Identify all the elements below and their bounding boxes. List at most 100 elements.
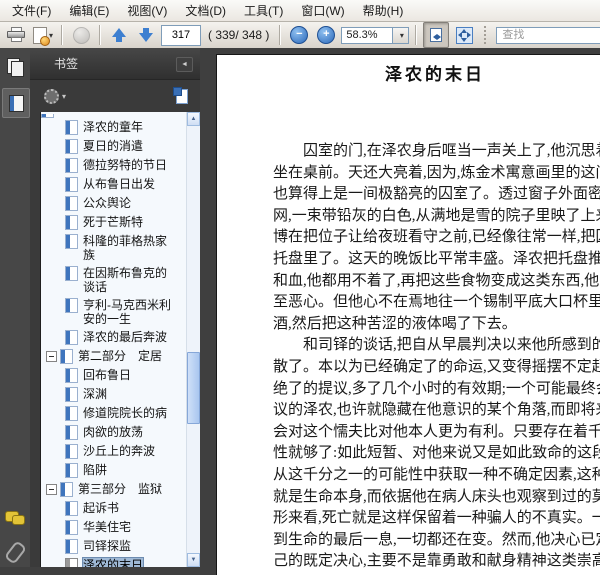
zoom-out-button[interactable]: − — [287, 23, 311, 47]
bookmark-item[interactable]: 亨利-马克西米利安的一生 — [41, 296, 187, 328]
zoom-in-button[interactable]: + — [314, 23, 338, 47]
menu-edit[interactable]: 编辑(E) — [60, 0, 118, 22]
toolbar-separator — [99, 25, 101, 45]
zoom-level-combo[interactable]: 58.3% ▾ — [341, 26, 410, 44]
export-document-icon — [32, 26, 50, 46]
export-button[interactable]: ▾ — [31, 23, 55, 47]
text-line: 绝了的提议,多了几个小时的有效期;一个可能最终会接受这项提 — [273, 380, 600, 397]
text-line: 至恶心。但他心不在焉地往一个锡制平底大口杯里倒了几口啤 — [273, 294, 600, 311]
text-line: 形来看,死亡就是这样保留着一种骗人的不真实。一切都在变,直 — [273, 510, 600, 527]
bookmark-item[interactable]: 沙丘上的奔波 — [41, 442, 187, 461]
bookmark-section[interactable]: 第二部分 定居 — [41, 347, 187, 366]
bookmark-item[interactable]: 在因斯布鲁克的谈话 — [41, 264, 187, 296]
bookmark-item[interactable]: 泽农的童年 — [41, 118, 187, 137]
page-body-text: 囚室的门,在泽农身后哐当一声关上了,他沉思着拉出凳子, 坐在桌前。天还大亮着,因… — [273, 141, 600, 573]
bookmark-item[interactable]: 泽农的最后奔波 — [41, 328, 187, 347]
chevron-down-icon: ▾ — [399, 30, 404, 40]
collapse-panel-button[interactable]: ◄ — [176, 57, 193, 72]
text-line: 性就够了:如此短暂、对他来说又是如此致命的这段时光,仍然会 — [273, 445, 600, 462]
toolbar-separator — [279, 25, 282, 45]
bookmark-label: 沙丘上的奔波 — [83, 444, 156, 458]
menu-document[interactable]: 文档(D) — [176, 0, 235, 22]
bookmark-item[interactable]: 陷阱 — [41, 461, 187, 480]
toolbar-grip — [484, 26, 488, 44]
scroll-down-icon: ▼ — [190, 557, 197, 563]
bookmark-item[interactable]: 修道院院长的病 — [41, 404, 187, 423]
bookmark-label: 从布鲁日出发 — [83, 177, 156, 191]
bookmarks-panel-button[interactable] — [2, 88, 30, 118]
bookmark-page-icon — [65, 539, 78, 554]
bookmark-item[interactable]: 死于芒斯特 — [41, 213, 187, 232]
menu-tools[interactable]: 工具(T) — [235, 0, 292, 22]
page-number-input[interactable] — [161, 24, 201, 46]
menu-view[interactable]: 视图(V) — [118, 0, 176, 22]
attachments-panel-button[interactable] — [2, 538, 28, 566]
previous-page-button[interactable] — [107, 23, 131, 47]
bookmark-label: 司铎探监 — [83, 539, 132, 553]
bookmark-label: 泽农的童年 — [83, 120, 144, 134]
bookmark-item[interactable]: 科隆的菲格热家族 — [41, 232, 187, 264]
menu-file[interactable]: 文件(F) — [3, 0, 60, 22]
options-button[interactable]: ▾ — [44, 88, 66, 104]
pages-panel-button[interactable] — [2, 53, 28, 81]
scrolling-mode-button[interactable] — [423, 22, 450, 48]
fullscreen-button[interactable] — [452, 23, 476, 47]
menu-window[interactable]: 窗口(W) — [292, 0, 353, 22]
bookmark-page-icon — [65, 120, 78, 135]
next-page-button[interactable] — [134, 23, 158, 47]
bookmark-page-icon — [65, 406, 78, 421]
gear-icon — [44, 88, 59, 104]
bookmarks-panel-toolbar: ▾ — [30, 80, 200, 112]
pdf-page[interactable]: 泽农的末日 囚室的门,在泽农身后哐当一声关上了,他沉思着拉出凳子, 坐在桌前。天… — [216, 54, 600, 575]
bookmark-item[interactable]: 德拉努特的节日 — [41, 156, 187, 175]
comments-panel-button[interactable] — [2, 504, 28, 532]
text-line: 就是生命本身,而依据他在病人床头也观察到过的莫名其妙的情 — [273, 488, 600, 505]
bookmark-item[interactable]: 司铎探监 — [41, 537, 187, 556]
goto-current-bookmark-button[interactable] — [173, 86, 191, 105]
arrow-up-icon — [112, 28, 126, 42]
scroll-down-button[interactable]: ▼ — [187, 553, 200, 567]
bookmark-page-icon — [65, 425, 78, 440]
goto-current-bookmark-icon — [173, 86, 188, 104]
bookmark-item[interactable]: 夏日的消遣 — [41, 137, 187, 156]
zoom-level-value[interactable]: 58.3% — [341, 26, 394, 44]
bookmark-page-icon — [65, 501, 78, 516]
bookmark-label: 死于芒斯特 — [83, 215, 144, 229]
bookmark-page-icon — [65, 234, 78, 249]
bookmark-page-icon — [65, 558, 78, 567]
scrollbar-thumb[interactable] — [187, 352, 200, 424]
minus-icon: − — [290, 26, 309, 44]
bookmark-label: 深渊 — [83, 387, 108, 401]
bookmark-item[interactable]: 肉欲的放荡 — [41, 423, 187, 442]
bookmark-item[interactable]: 起诉书 — [41, 499, 187, 518]
search-input[interactable] — [496, 26, 600, 44]
bookmark-label: 起诉书 — [83, 501, 120, 515]
page-count-label: ( 339/ 348 ) — [208, 28, 270, 42]
bookmark-item[interactable]: 深渊 — [41, 385, 187, 404]
text-line: 网,一束带铅灰的白色,从满地是雪的院子里映了上来。吉尔·龙 — [273, 207, 600, 224]
collapse-minus-icon[interactable] — [46, 484, 57, 495]
collapse-minus-icon[interactable] — [46, 351, 57, 362]
navigation-strip — [0, 48, 31, 567]
menu-help[interactable]: 帮助(H) — [354, 0, 413, 22]
bookmark-item[interactable]: 华美住宅 — [41, 518, 187, 537]
bookmark-item-selected[interactable]: 泽农的末日 — [41, 556, 187, 567]
text-line: 到生命的最后一息,一切都还在变。然而,他决心已定。他认出自 — [273, 531, 600, 548]
scroll-up-button[interactable]: ▲ — [187, 112, 200, 126]
text-line: 散了。本以为已经确定了的命运,又变得摇摆不定起来。被他拒 — [273, 358, 600, 375]
bookmark-label: 陷阱 — [83, 463, 108, 477]
plus-icon: + — [317, 26, 336, 44]
zoom-dropdown-button[interactable]: ▾ — [393, 26, 410, 44]
print-button[interactable] — [4, 23, 28, 47]
tree-scrollbar[interactable]: ▲ ▼ — [186, 112, 200, 567]
toolbar-separator — [61, 25, 63, 45]
bookmark-label: 德拉努特的节日 — [83, 158, 168, 172]
bookmark-item[interactable]: 从布鲁日出发 — [41, 175, 187, 194]
bookmark-section[interactable]: 第三部分 监狱 — [41, 480, 187, 499]
bookmark-item[interactable]: 公众舆论 — [41, 194, 187, 213]
text-line: 坐在桌前。天还大亮着,因为,炼金术寓意画里的这间昏暗囚室, — [273, 164, 600, 181]
bookmark-item[interactable]: 回布鲁日 — [41, 366, 187, 385]
arrow-down-icon — [139, 28, 153, 42]
bookmarks-panel: 书签 ◄ ▾ 泽农的童年 夏日的消遣 德拉努特的节日 从布鲁日出发 公众舆论 死… — [30, 48, 200, 567]
bookmark-page-icon — [65, 330, 78, 345]
